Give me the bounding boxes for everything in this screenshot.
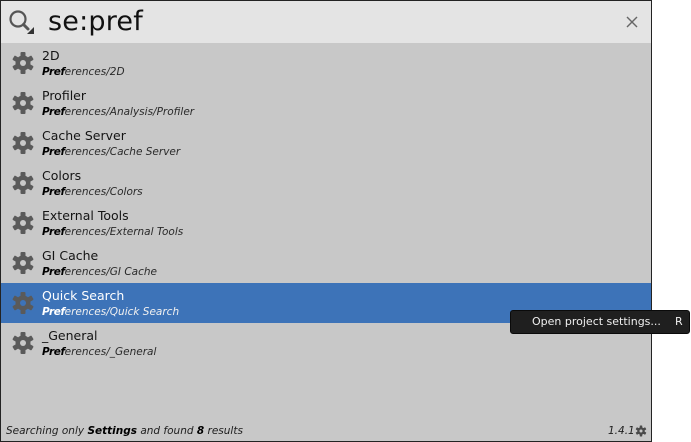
result-path: Preferences/Quick Search (42, 305, 179, 319)
result-item[interactable]: GI Cache Preferences/GI Cache (1, 243, 651, 283)
result-path-rest: erences/Quick Search (64, 306, 180, 318)
result-path-match: Pref (42, 266, 65, 278)
gear-icon (12, 252, 34, 274)
result-path-rest: erences/_General (64, 346, 157, 358)
result-path: Preferences/Colors (42, 185, 143, 199)
close-icon[interactable] (624, 14, 640, 30)
gear-icon[interactable] (635, 425, 647, 437)
result-path-rest: erences/External Tools (64, 226, 184, 238)
result-item[interactable]: Profiler Preferences/Analysis/Profiler (1, 83, 651, 123)
result-path: Preferences/Analysis/Profiler (42, 105, 194, 119)
result-title: _General (42, 328, 98, 343)
result-path-match: Pref (42, 106, 65, 118)
context-menu-shortcut: R (675, 315, 683, 328)
search-icon (9, 10, 34, 34)
gear-icon (12, 212, 34, 234)
search-input[interactable]: se:pref (48, 4, 143, 40)
result-item[interactable]: External Tools Preferences/External Tools (1, 203, 651, 243)
status-suffix: results (204, 425, 243, 437)
result-title: External Tools (42, 208, 129, 223)
result-title: Colors (42, 168, 82, 183)
status-middle: and found (137, 425, 197, 437)
gear-icon (12, 292, 34, 314)
result-path-match: Pref (42, 306, 65, 318)
gear-icon (12, 332, 34, 354)
result-path-rest: erences/Analysis/Profiler (64, 106, 195, 118)
result-path: Preferences/GI Cache (42, 265, 157, 279)
search-bar: se:pref (1, 1, 651, 43)
status-prefix: Searching only (6, 425, 88, 437)
result-path: Preferences/External Tools (42, 225, 183, 239)
result-path-rest: erences/2D (64, 66, 125, 78)
result-title: Quick Search (42, 288, 125, 303)
context-menu-item[interactable]: Open project settings... R (510, 310, 690, 334)
gear-icon (12, 92, 34, 114)
status-bar: Searching only Settings and found 8 resu… (1, 421, 651, 441)
status-text: Searching only Settings and found 8 resu… (6, 425, 243, 437)
version-label: 1.4.1 (608, 425, 635, 437)
gear-icon (12, 132, 34, 154)
result-path-rest: erences/Colors (64, 186, 143, 198)
result-path-match: Pref (42, 186, 65, 198)
result-title: Profiler (42, 88, 87, 103)
result-path: Preferences/_General (42, 345, 156, 359)
result-item[interactable]: Colors Preferences/Colors (1, 163, 651, 203)
result-path-match: Pref (42, 66, 65, 78)
result-path: Preferences/2D (42, 65, 125, 79)
gear-icon (12, 52, 34, 74)
context-menu-label: Open project settings... (532, 315, 661, 328)
quick-search-window: se:pref 2D Preferences/2D Profiler Preferen… (0, 0, 652, 442)
result-title: 2D (42, 48, 60, 63)
result-path-match: Pref (42, 226, 65, 238)
result-title: Cache Server (42, 128, 126, 143)
result-path-rest: erences/Cache Server (64, 146, 181, 158)
result-item[interactable]: 2D Preferences/2D (1, 43, 651, 83)
result-item[interactable]: Cache Server Preferences/Cache Server (1, 123, 651, 163)
result-path-match: Pref (42, 346, 65, 358)
result-path: Preferences/Cache Server (42, 145, 180, 159)
gear-icon (12, 172, 34, 194)
status-provider: Settings (87, 425, 137, 437)
result-title: GI Cache (42, 248, 99, 263)
result-path-match: Pref (42, 146, 65, 158)
result-path-rest: erences/GI Cache (64, 266, 157, 278)
